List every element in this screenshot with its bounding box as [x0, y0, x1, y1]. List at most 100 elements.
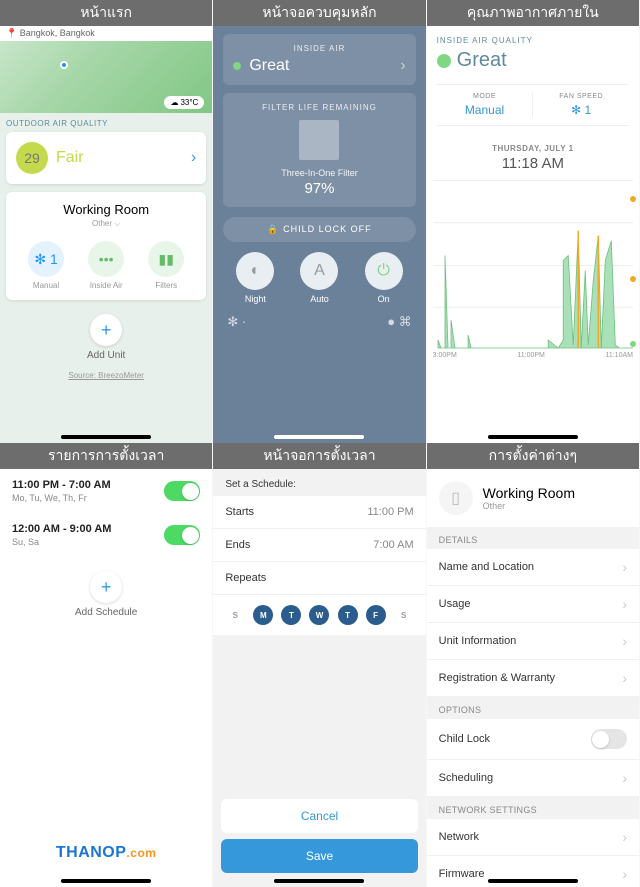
chevron-right-icon: ›: [191, 149, 196, 167]
chart-date: THURSDAY, JULY 1: [435, 144, 631, 153]
room-air-item[interactable]: •••Inside Air: [76, 241, 136, 290]
cancel-button[interactable]: Cancel: [221, 799, 417, 833]
add-unit-button[interactable]: +: [90, 314, 122, 346]
aq-status-text: Fair: [56, 149, 183, 167]
chart-marker-green: [630, 341, 636, 347]
home-indicator: [274, 435, 364, 439]
settings-row[interactable]: Name and Location›: [427, 549, 639, 586]
filter-life-card[interactable]: FILTER LIFE REMAINING Three-In-One Filte…: [223, 93, 415, 207]
mode-night[interactable]: ◐Night: [236, 252, 274, 304]
schedule-toggle[interactable]: [164, 525, 200, 545]
settings-row[interactable]: Child Lock: [427, 719, 639, 760]
chevron-right-icon: ›: [622, 866, 627, 882]
day-toggle[interactable]: S: [225, 605, 245, 625]
schedule-toggle[interactable]: [164, 481, 200, 501]
panel-schedule-list: รายการการตั้งเวลา 11:00 PM - 7:00 AMMo, …: [0, 443, 213, 887]
home-indicator: [488, 435, 578, 439]
starts-row[interactable]: Starts11:00 PM: [213, 496, 425, 529]
aq-score-badge: 29: [16, 142, 48, 174]
inside-aq-value: Great: [457, 49, 507, 72]
day-toggle[interactable]: M: [253, 605, 273, 625]
filter-icon: ▮▮: [148, 241, 184, 277]
day-toggle[interactable]: T: [338, 605, 358, 625]
add-schedule-label: Add Schedule: [0, 607, 212, 618]
home-indicator: [488, 879, 578, 883]
device-icon: ▯: [439, 481, 473, 515]
panel-header: รายการการตั้งเวลา: [0, 443, 212, 469]
filter-percent: 97%: [233, 180, 405, 197]
power-icon: ⏻: [365, 252, 403, 290]
outdoor-aq-label: OUTDOOR AIR QUALITY: [6, 119, 206, 128]
day-toggle[interactable]: T: [281, 605, 301, 625]
chart-x-axis: 3:00PM11:00PM11:10AM: [427, 350, 639, 361]
room-card[interactable]: Working Room Other ⌵ ✻ 1Manual •••Inside…: [6, 192, 206, 300]
settings-row[interactable]: Registration & Warranty›: [427, 660, 639, 697]
panel-control: หน้าจอควบคุมหลัก INSIDE AIR Great› FILTE…: [213, 0, 426, 443]
fan-speed-icon[interactable]: ✻ ·: [227, 314, 246, 330]
device-subtitle: Other: [483, 501, 575, 511]
child-lock-toggle[interactable]: [591, 729, 627, 749]
fan-icon: ✻ 1: [28, 241, 64, 277]
panel-header: หน้าแรก: [0, 0, 212, 26]
day-toggle[interactable]: F: [366, 605, 386, 625]
inside-air-card[interactable]: INSIDE AIR Great›: [223, 34, 415, 85]
panel-header: หน้าจอควบคุมหลัก: [213, 0, 425, 26]
settings-row[interactable]: Usage›: [427, 586, 639, 623]
air-quality-chart[interactable]: [433, 180, 633, 350]
panel-set-schedule: หน้าจอการตั้งเวลา Set a Schedule: Starts…: [213, 443, 426, 887]
mode-auto[interactable]: AAuto: [300, 252, 338, 304]
day-toggle[interactable]: W: [309, 605, 329, 625]
section-header: NETWORK SETTINGS: [427, 797, 639, 819]
inside-air-label: INSIDE AIR: [233, 44, 405, 53]
days-selector: SMTWTFS: [213, 595, 425, 635]
device-title: Working Room: [483, 485, 575, 501]
section-header: OPTIONS: [427, 697, 639, 719]
room-title: Working Room: [16, 202, 196, 217]
device-hero[interactable]: ▯ Working RoomOther: [427, 469, 639, 527]
chevron-right-icon: ›: [622, 829, 627, 845]
room-fan-item[interactable]: ✻ 1Manual: [16, 241, 76, 290]
location-text: 📍 Bangkok, Bangkok: [0, 26, 212, 41]
chart-marker-orange: [630, 196, 636, 202]
outdoor-aq-card[interactable]: 29 Fair ›: [6, 132, 206, 184]
filter-life-label: FILTER LIFE REMAINING: [233, 103, 405, 112]
logo: THANOP.com: [56, 844, 157, 862]
room-filter-item[interactable]: ▮▮Filters: [136, 241, 196, 290]
status-dot-icon: [437, 54, 451, 68]
map-pin-icon: [60, 61, 68, 69]
settings-row[interactable]: Scheduling›: [427, 760, 639, 797]
inside-aq-label: INSIDE AIR QUALITY: [437, 36, 629, 45]
ends-row[interactable]: Ends7:00 AM: [213, 529, 425, 562]
repeats-row: Repeats: [213, 562, 425, 595]
air-icon: •••: [88, 241, 124, 277]
panel-header: การตั้งค่าต่างๆ: [427, 443, 639, 469]
day-toggle[interactable]: S: [394, 605, 414, 625]
panel-settings: การตั้งค่าต่างๆ ▯ Working RoomOther DETA…: [427, 443, 640, 887]
add-schedule-button[interactable]: +: [90, 571, 122, 603]
fan-speed-column[interactable]: FAN SPEED✻ 1: [533, 93, 629, 117]
chevron-right-icon: ›: [622, 633, 627, 649]
chevron-right-icon: ›: [622, 559, 627, 575]
source-link[interactable]: Source: BreezoMeter: [0, 371, 212, 380]
schedule-item[interactable]: 12:00 AM - 9:00 AMSu, Sa: [0, 513, 212, 557]
temperature-badge: ☁ 33°C: [164, 96, 204, 109]
link-icon[interactable]: ● ⌘: [387, 314, 411, 330]
child-lock-button[interactable]: 🔒 CHILD LOCK OFF: [223, 217, 415, 242]
set-schedule-heading: Set a Schedule:: [213, 469, 425, 496]
inside-air-value: Great: [249, 57, 289, 75]
schedule-item[interactable]: 11:00 PM - 7:00 AMMo, Tu, We, Th, Fr: [0, 469, 212, 513]
chevron-right-icon: ›: [622, 596, 627, 612]
home-indicator: [274, 879, 364, 883]
mode-column[interactable]: MODEManual: [437, 93, 534, 117]
filter-image-icon: [299, 120, 339, 160]
settings-row[interactable]: Unit Information›: [427, 623, 639, 660]
night-icon: ◐: [236, 252, 274, 290]
mode-on[interactable]: ⏻On: [365, 252, 403, 304]
settings-row[interactable]: Network›: [427, 819, 639, 856]
map-area[interactable]: ☁ 33°C: [0, 41, 212, 113]
panel-air-quality: คุณภาพอากาศภายใน INSIDE AIR QUALITY Grea…: [427, 0, 640, 443]
chevron-right-icon: ›: [622, 770, 627, 786]
save-button[interactable]: Save: [221, 839, 417, 873]
panel-header: คุณภาพอากาศภายใน: [427, 0, 639, 26]
chart-marker-orange: [630, 276, 636, 282]
